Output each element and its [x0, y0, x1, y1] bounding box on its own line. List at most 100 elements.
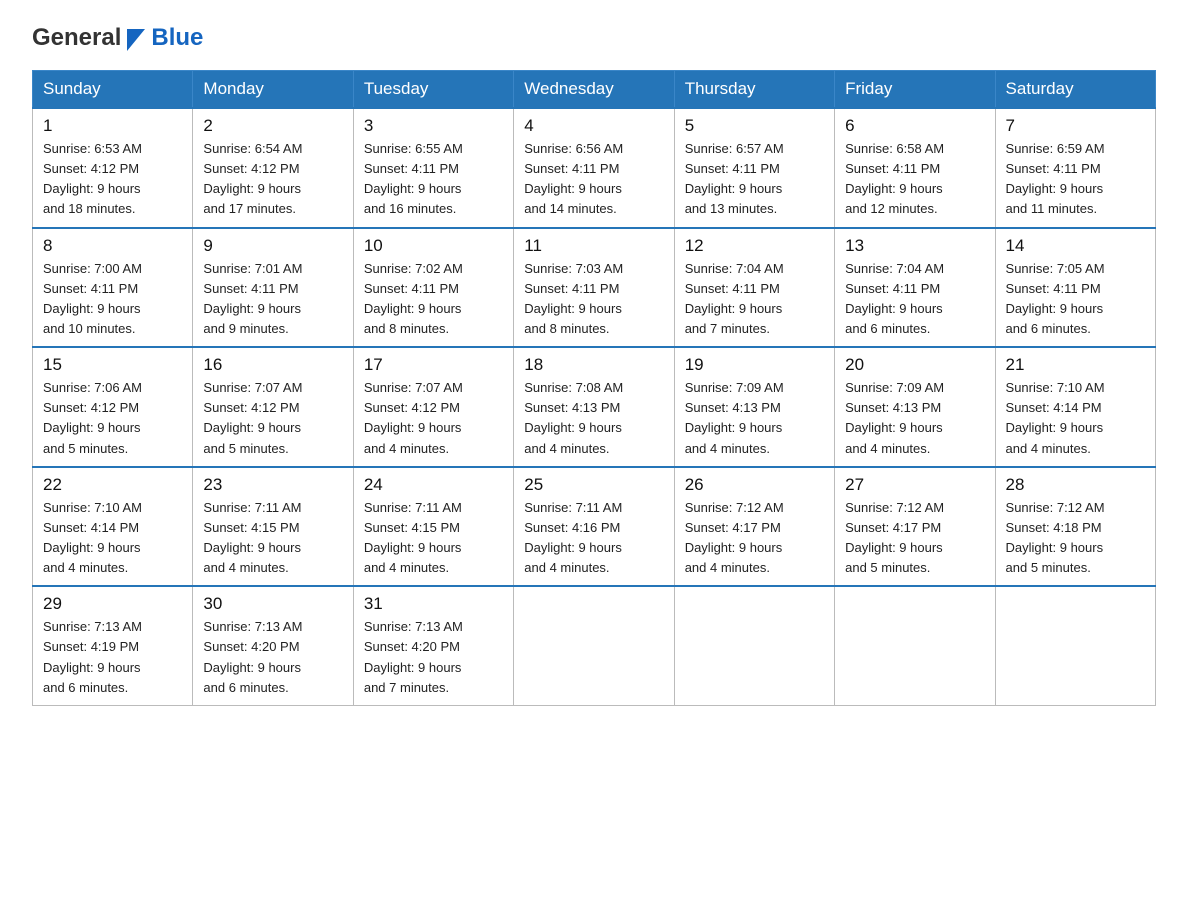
calendar-cell: 3 Sunrise: 6:55 AMSunset: 4:11 PMDaylight…: [353, 108, 513, 228]
day-number: 4: [524, 116, 663, 136]
day-number: 24: [364, 475, 503, 495]
calendar-cell: 17 Sunrise: 7:07 AMSunset: 4:12 PMDayligh…: [353, 347, 513, 467]
logo: General Blue: [32, 24, 203, 52]
day-info: Sunrise: 7:13 AMSunset: 4:20 PMDaylight:…: [364, 617, 503, 698]
day-info: Sunrise: 7:13 AMSunset: 4:20 PMDaylight:…: [203, 617, 342, 698]
calendar-cell: [995, 586, 1155, 705]
day-number: 27: [845, 475, 984, 495]
day-info: Sunrise: 6:59 AMSunset: 4:11 PMDaylight:…: [1006, 139, 1145, 220]
column-header-friday: Friday: [835, 71, 995, 109]
calendar-cell: 6Sunrise: 6:58 AMSunset: 4:11 PMDaylight…: [835, 108, 995, 228]
calendar-cell: 9 Sunrise: 7:01 AMSunset: 4:11 PMDaylight…: [193, 228, 353, 348]
column-header-monday: Monday: [193, 71, 353, 109]
calendar-cell: 26 Sunrise: 7:12 AMSunset: 4:17 PMDayligh…: [674, 467, 834, 587]
day-number: 9: [203, 236, 342, 256]
calendar-cell: 7 Sunrise: 6:59 AMSunset: 4:11 PMDaylight…: [995, 108, 1155, 228]
day-number: 7: [1006, 116, 1145, 136]
day-info: Sunrise: 7:13 AMSunset: 4:19 PMDaylight:…: [43, 617, 182, 698]
day-number: 19: [685, 355, 824, 375]
calendar-cell: 14 Sunrise: 7:05 AMSunset: 4:11 PMDayligh…: [995, 228, 1155, 348]
calendar-cell: 16Sunrise: 7:07 AMSunset: 4:12 PMDayligh…: [193, 347, 353, 467]
calendar-cell: 30 Sunrise: 7:13 AMSunset: 4:20 PMDayligh…: [193, 586, 353, 705]
day-number: 22: [43, 475, 182, 495]
calendar-header-row: SundayMondayTuesdayWednesdayThursdayFrid…: [33, 71, 1156, 109]
calendar-week-row: 1 Sunrise: 6:53 AMSunset: 4:12 PMDaylight…: [33, 108, 1156, 228]
day-number: 18: [524, 355, 663, 375]
calendar-cell: 31 Sunrise: 7:13 AMSunset: 4:20 PMDayligh…: [353, 586, 513, 705]
calendar-cell: 11 Sunrise: 7:03 AMSunset: 4:11 PMDayligh…: [514, 228, 674, 348]
day-number: 29: [43, 594, 182, 614]
day-info: Sunrise: 6:53 AMSunset: 4:12 PMDaylight:…: [43, 139, 182, 220]
day-number: 31: [364, 594, 503, 614]
calendar-cell: [514, 586, 674, 705]
day-number: 23: [203, 475, 342, 495]
day-number: 12: [685, 236, 824, 256]
day-info: Sunrise: 7:10 AMSunset: 4:14 PMDaylight:…: [1006, 378, 1145, 459]
day-info: Sunrise: 7:11 AMSunset: 4:15 PMDaylight:…: [203, 498, 342, 579]
calendar-cell: 27 Sunrise: 7:12 AMSunset: 4:17 PMDayligh…: [835, 467, 995, 587]
calendar-cell: 4 Sunrise: 6:56 AMSunset: 4:11 PMDaylight…: [514, 108, 674, 228]
column-header-sunday: Sunday: [33, 71, 193, 109]
page-header: General Blue: [32, 24, 1156, 52]
day-info: Sunrise: 6:55 AMSunset: 4:11 PMDaylight:…: [364, 139, 503, 220]
column-header-thursday: Thursday: [674, 71, 834, 109]
day-number: 17: [364, 355, 503, 375]
column-header-wednesday: Wednesday: [514, 71, 674, 109]
logo-blue-text: Blue: [151, 24, 203, 52]
day-number: 1: [43, 116, 182, 136]
column-header-saturday: Saturday: [995, 71, 1155, 109]
calendar-cell: 25Sunrise: 7:11 AMSunset: 4:16 PMDayligh…: [514, 467, 674, 587]
day-info: Sunrise: 7:04 AMSunset: 4:11 PMDaylight:…: [845, 259, 984, 340]
day-info: Sunrise: 7:03 AMSunset: 4:11 PMDaylight:…: [524, 259, 663, 340]
calendar-cell: 2Sunrise: 6:54 AMSunset: 4:12 PMDaylight…: [193, 108, 353, 228]
calendar-cell: 13 Sunrise: 7:04 AMSunset: 4:11 PMDayligh…: [835, 228, 995, 348]
day-info: Sunrise: 7:07 AMSunset: 4:12 PMDaylight:…: [364, 378, 503, 459]
day-number: 14: [1006, 236, 1145, 256]
day-info: Sunrise: 7:09 AMSunset: 4:13 PMDaylight:…: [685, 378, 824, 459]
day-number: 21: [1006, 355, 1145, 375]
calendar-cell: 19 Sunrise: 7:09 AMSunset: 4:13 PMDayligh…: [674, 347, 834, 467]
calendar-cell: 23 Sunrise: 7:11 AMSunset: 4:15 PMDayligh…: [193, 467, 353, 587]
day-info: Sunrise: 7:12 AMSunset: 4:17 PMDaylight:…: [685, 498, 824, 579]
day-info: Sunrise: 7:11 AMSunset: 4:15 PMDaylight:…: [364, 498, 503, 579]
day-info: Sunrise: 7:04 AMSunset: 4:11 PMDaylight:…: [685, 259, 824, 340]
day-info: Sunrise: 7:00 AMSunset: 4:11 PMDaylight:…: [43, 259, 182, 340]
day-number: 16: [203, 355, 342, 375]
day-info: Sunrise: 6:56 AMSunset: 4:11 PMDaylight:…: [524, 139, 663, 220]
day-info: Sunrise: 7:05 AMSunset: 4:11 PMDaylight:…: [1006, 259, 1145, 340]
day-info: Sunrise: 7:09 AMSunset: 4:13 PMDaylight:…: [845, 378, 984, 459]
calendar-cell: [674, 586, 834, 705]
calendar-cell: 20 Sunrise: 7:09 AMSunset: 4:13 PMDayligh…: [835, 347, 995, 467]
day-info: Sunrise: 6:58 AMSunset: 4:11 PMDaylight:…: [845, 139, 984, 220]
calendar-cell: 21 Sunrise: 7:10 AMSunset: 4:14 PMDayligh…: [995, 347, 1155, 467]
calendar-cell: 8Sunrise: 7:00 AMSunset: 4:11 PMDaylight…: [33, 228, 193, 348]
day-info: Sunrise: 7:10 AMSunset: 4:14 PMDaylight:…: [43, 498, 182, 579]
calendar-cell: 12 Sunrise: 7:04 AMSunset: 4:11 PMDayligh…: [674, 228, 834, 348]
calendar-cell: 15Sunrise: 7:06 AMSunset: 4:12 PMDayligh…: [33, 347, 193, 467]
day-number: 10: [364, 236, 503, 256]
day-number: 28: [1006, 475, 1145, 495]
day-number: 2: [203, 116, 342, 136]
calendar-table: SundayMondayTuesdayWednesdayThursdayFrid…: [32, 70, 1156, 706]
day-info: Sunrise: 7:12 AMSunset: 4:17 PMDaylight:…: [845, 498, 984, 579]
calendar-week-row: 29 Sunrise: 7:13 AMSunset: 4:19 PMDayligh…: [33, 586, 1156, 705]
day-number: 26: [685, 475, 824, 495]
calendar-week-row: 22 Sunrise: 7:10 AMSunset: 4:14 PMDayligh…: [33, 467, 1156, 587]
logo-general-text: General: [32, 24, 121, 52]
day-number: 30: [203, 594, 342, 614]
logo-triangle-icon: [127, 29, 145, 51]
calendar-cell: 18Sunrise: 7:08 AMSunset: 4:13 PMDayligh…: [514, 347, 674, 467]
day-number: 25: [524, 475, 663, 495]
day-info: Sunrise: 7:12 AMSunset: 4:18 PMDaylight:…: [1006, 498, 1145, 579]
day-number: 5: [685, 116, 824, 136]
day-number: 11: [524, 236, 663, 256]
calendar-cell: 10 Sunrise: 7:02 AMSunset: 4:11 PMDayligh…: [353, 228, 513, 348]
day-info: Sunrise: 7:01 AMSunset: 4:11 PMDaylight:…: [203, 259, 342, 340]
calendar-cell: 29 Sunrise: 7:13 AMSunset: 4:19 PMDayligh…: [33, 586, 193, 705]
day-number: 13: [845, 236, 984, 256]
calendar-cell: 5 Sunrise: 6:57 AMSunset: 4:11 PMDaylight…: [674, 108, 834, 228]
day-info: Sunrise: 6:57 AMSunset: 4:11 PMDaylight:…: [685, 139, 824, 220]
day-info: Sunrise: 7:02 AMSunset: 4:11 PMDaylight:…: [364, 259, 503, 340]
day-number: 3: [364, 116, 503, 136]
day-number: 20: [845, 355, 984, 375]
